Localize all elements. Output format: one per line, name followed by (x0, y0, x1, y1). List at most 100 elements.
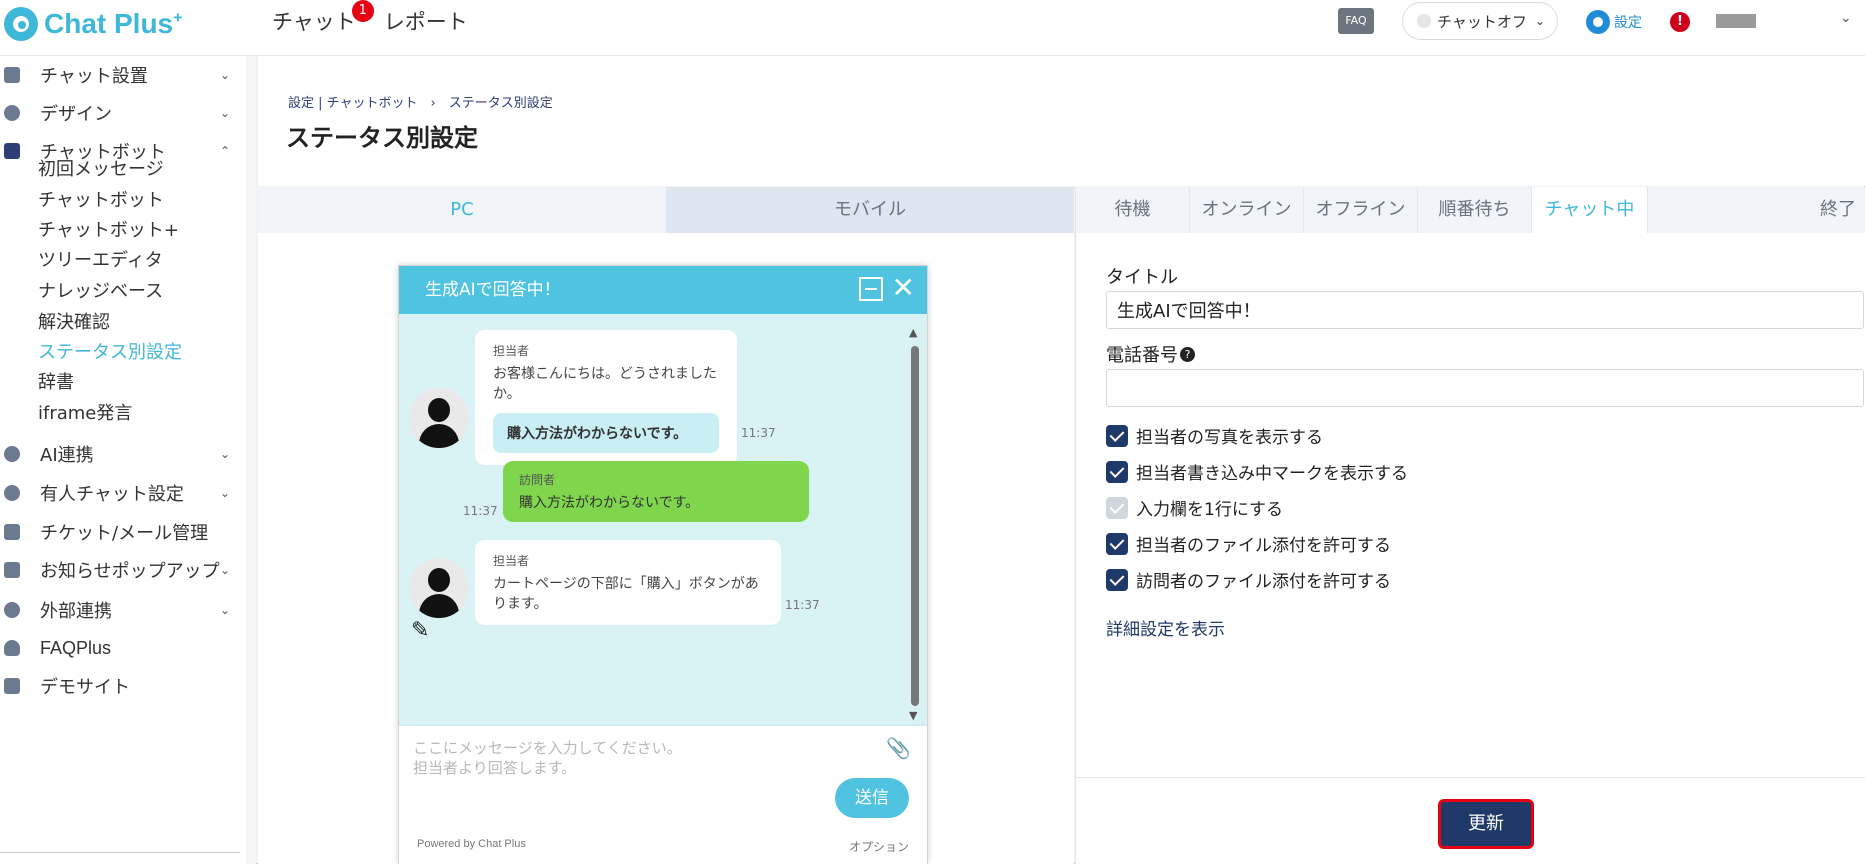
main-nav: チャット 1 レポート (272, 0, 468, 34)
sidebar-item-label: 有人チャット設定 (40, 484, 184, 505)
operator-avatar (409, 558, 469, 618)
sidebar-scrollbar[interactable] (246, 56, 256, 864)
nav-chat[interactable]: チャット 1 (272, 0, 374, 34)
checkbox-checked-icon[interactable] (1106, 424, 1128, 447)
sidebar-sub-dictionary[interactable]: 辞書 (38, 369, 74, 397)
user-name-redacted[interactable] (1716, 14, 1756, 28)
sidebar-sub-knowledge-base[interactable]: ナレッジベース (38, 278, 163, 306)
sidebar-item-label: 外部連携 (40, 601, 112, 622)
logo-plus: + (173, 9, 183, 27)
scroll-down-icon[interactable]: ▼ (909, 709, 917, 722)
help-question-icon[interactable]: ? (1180, 347, 1195, 362)
operator-message-bubble: 担当者 お客様こんにちは。どうされましたか。 購入方法がわからないです。 (475, 330, 737, 465)
tab-pc[interactable]: PC (258, 187, 666, 233)
chevron-down-icon: ⌄ (219, 106, 230, 120)
minimize-icon[interactable] (859, 277, 883, 301)
scroll-thumb[interactable] (911, 346, 919, 706)
title-input[interactable] (1106, 291, 1864, 329)
user-chevron-down-icon[interactable]: ⌄ (1840, 10, 1852, 26)
shield-icon (4, 640, 20, 656)
chevron-up-icon: ⌃ (219, 144, 230, 158)
monitor-icon (4, 678, 20, 694)
checkbox-label: 担当者書き込み中マークを表示する (1136, 464, 1408, 484)
message-time: 11:37 (741, 426, 776, 440)
sidebar-item-design[interactable]: デザイン ⌄ (0, 98, 240, 128)
send-button[interactable]: 送信 (835, 778, 909, 818)
widget-message-area: ▲ ▼ 担当者 お客様こんにちは。どうされましたか。 購入方法がわからないです。… (399, 314, 927, 724)
sidebar-item-ai[interactable]: AI連携 ⌄ (0, 439, 240, 469)
chat-plus-logo-icon (4, 7, 38, 41)
sidebar-item-integrations[interactable]: 外部連携 ⌄ (0, 595, 240, 625)
message-time: 11:37 (463, 504, 498, 518)
sidebar-item-faqplus[interactable]: FAQPlus (0, 633, 240, 663)
sidebar-item-live-chat[interactable]: 有人チャット設定 ⌄ (0, 478, 240, 508)
scroll-up-icon[interactable]: ▲ (909, 326, 917, 339)
widget-scrollbar[interactable]: ▲ ▼ (909, 326, 921, 722)
phone-input[interactable] (1106, 369, 1864, 407)
sidebar: チャット設置 ⌄ デザイン ⌄ チャットボット ⌃ 初回メッセージ チャットボッ… (0, 56, 246, 864)
chat-widget-preview: 生成AIで回答中！ ✕ ▲ ▼ 担当者 お客様こんにちは。どうされましたか。 購… (398, 265, 928, 864)
checkbox-checked-icon[interactable] (1106, 460, 1128, 483)
chevron-down-icon: ⌄ (219, 486, 230, 500)
tab-offline[interactable]: オフライン (1304, 187, 1418, 233)
chat-count-badge: 1 (351, 0, 374, 22)
logo[interactable]: Chat Plus+ (4, 4, 182, 44)
sidebar-item-demo-site[interactable]: デモサイト (0, 671, 240, 701)
breadcrumb[interactable]: 設定 | チャットボット › ステータス別設定 (288, 92, 553, 111)
page-title: ステータス別設定 (286, 124, 478, 152)
checkbox-operator-file-attach[interactable]: 担当者のファイル添付を許可する (1106, 531, 1391, 556)
preview-panel: PC モバイル 生成AIで回答中！ ✕ ▲ ▼ 担当者 お客様こんにちは。どうさ… (258, 187, 1074, 864)
sidebar-sub-chatbot[interactable]: チャットボット (38, 187, 164, 215)
sidebar-sub-iframe[interactable]: iframe発言 (38, 400, 132, 428)
checkbox-show-operator-photo[interactable]: 担当者の写真を表示する (1106, 423, 1323, 448)
widget-input-area[interactable]: ここにメッセージを入力してください。 担当者より回答します。 📎 送信 Powe… (399, 724, 927, 864)
show-advanced-settings-link[interactable]: 詳細設定を表示 (1106, 615, 1225, 640)
option-link[interactable]: オプション (849, 838, 909, 855)
sidebar-item-chat-install[interactable]: チャット設置 ⌄ (0, 60, 240, 90)
sidebar-item-label: チケット/メール管理 (40, 523, 209, 544)
paperclip-icon[interactable]: 📎 (886, 736, 911, 760)
sidebar-sub-status-settings[interactable]: ステータス別設定 (38, 339, 182, 367)
sidebar-bottom-divider (0, 852, 240, 853)
status-tabs: 待機 オンライン オフライン 順番待ち チャット中 終了 (1076, 187, 1865, 233)
checkbox-typing-mark[interactable]: 担当者書き込み中マークを表示する (1106, 459, 1408, 484)
chat-status-select[interactable]: チャットオフ ⌄ (1402, 2, 1558, 40)
sidebar-sub-first-message[interactable]: 初回メッセージ (38, 156, 164, 184)
quick-reply-button[interactable]: 購入方法がわからないです。 (493, 413, 719, 453)
checkbox-checked-icon[interactable] (1106, 568, 1128, 591)
message-input-placeholder[interactable]: ここにメッセージを入力してください。 担当者より回答します。 (413, 738, 853, 778)
tab-chatting[interactable]: チャット中 (1532, 187, 1648, 233)
sidebar-sub-resolution-check[interactable]: 解決確認 (38, 309, 110, 337)
settings-link[interactable]: 設定 (1586, 10, 1642, 34)
close-icon[interactable]: ✕ (892, 273, 915, 303)
message-text: 購入方法がわからないです。 (519, 495, 700, 511)
message-sender: 担当者 (493, 554, 530, 568)
tab-mobile[interactable]: モバイル (666, 187, 1074, 233)
chat-bubbles-icon (4, 143, 20, 159)
checkbox-visitor-file-attach[interactable]: 訪問者のファイル添付を許可する (1106, 567, 1391, 592)
alert-icon[interactable]: ! (1670, 12, 1690, 32)
sidebar-sub-tree-editor[interactable]: ツリーエディタ (38, 247, 163, 275)
sidebar-item-notice-popup[interactable]: お知らせポップアップ ⌄ (0, 555, 240, 585)
update-button[interactable]: 更新 (1438, 799, 1534, 849)
chevron-down-icon: ⌄ (219, 603, 230, 617)
checkbox-checked-icon[interactable] (1106, 532, 1128, 555)
tab-ended[interactable]: 終了 (1648, 187, 1865, 233)
nav-report[interactable]: レポート (384, 6, 468, 34)
checkbox-single-line-input: 入力欄を1行にする (1106, 495, 1283, 520)
tab-standby[interactable]: 待機 (1076, 187, 1190, 233)
share-icon (4, 602, 20, 618)
message-text: カートページの下部に「購入」ボタンがあります。 (493, 576, 759, 612)
faq-icon[interactable]: FAQ (1338, 8, 1374, 34)
sidebar-item-label: AI連携 (40, 445, 94, 466)
tab-online[interactable]: オンライン (1190, 187, 1304, 233)
chevron-down-icon: ⌄ (219, 447, 230, 461)
sidebar-sub-chatbot-plus[interactable]: チャットボット+ (38, 217, 179, 245)
content-header: 設定 | チャットボット › ステータス別設定 ステータス別設定 (258, 56, 1865, 186)
sidebar-item-ticket-mail[interactable]: チケット/メール管理 (0, 517, 240, 547)
status-dot-icon (1417, 14, 1431, 28)
chevron-down-icon: ⌄ (219, 68, 230, 82)
tab-queue[interactable]: 順番待ち (1418, 187, 1532, 233)
checkbox-label: 担当者のファイル添付を許可する (1136, 536, 1391, 556)
nav-report-label: レポート (383, 10, 468, 34)
